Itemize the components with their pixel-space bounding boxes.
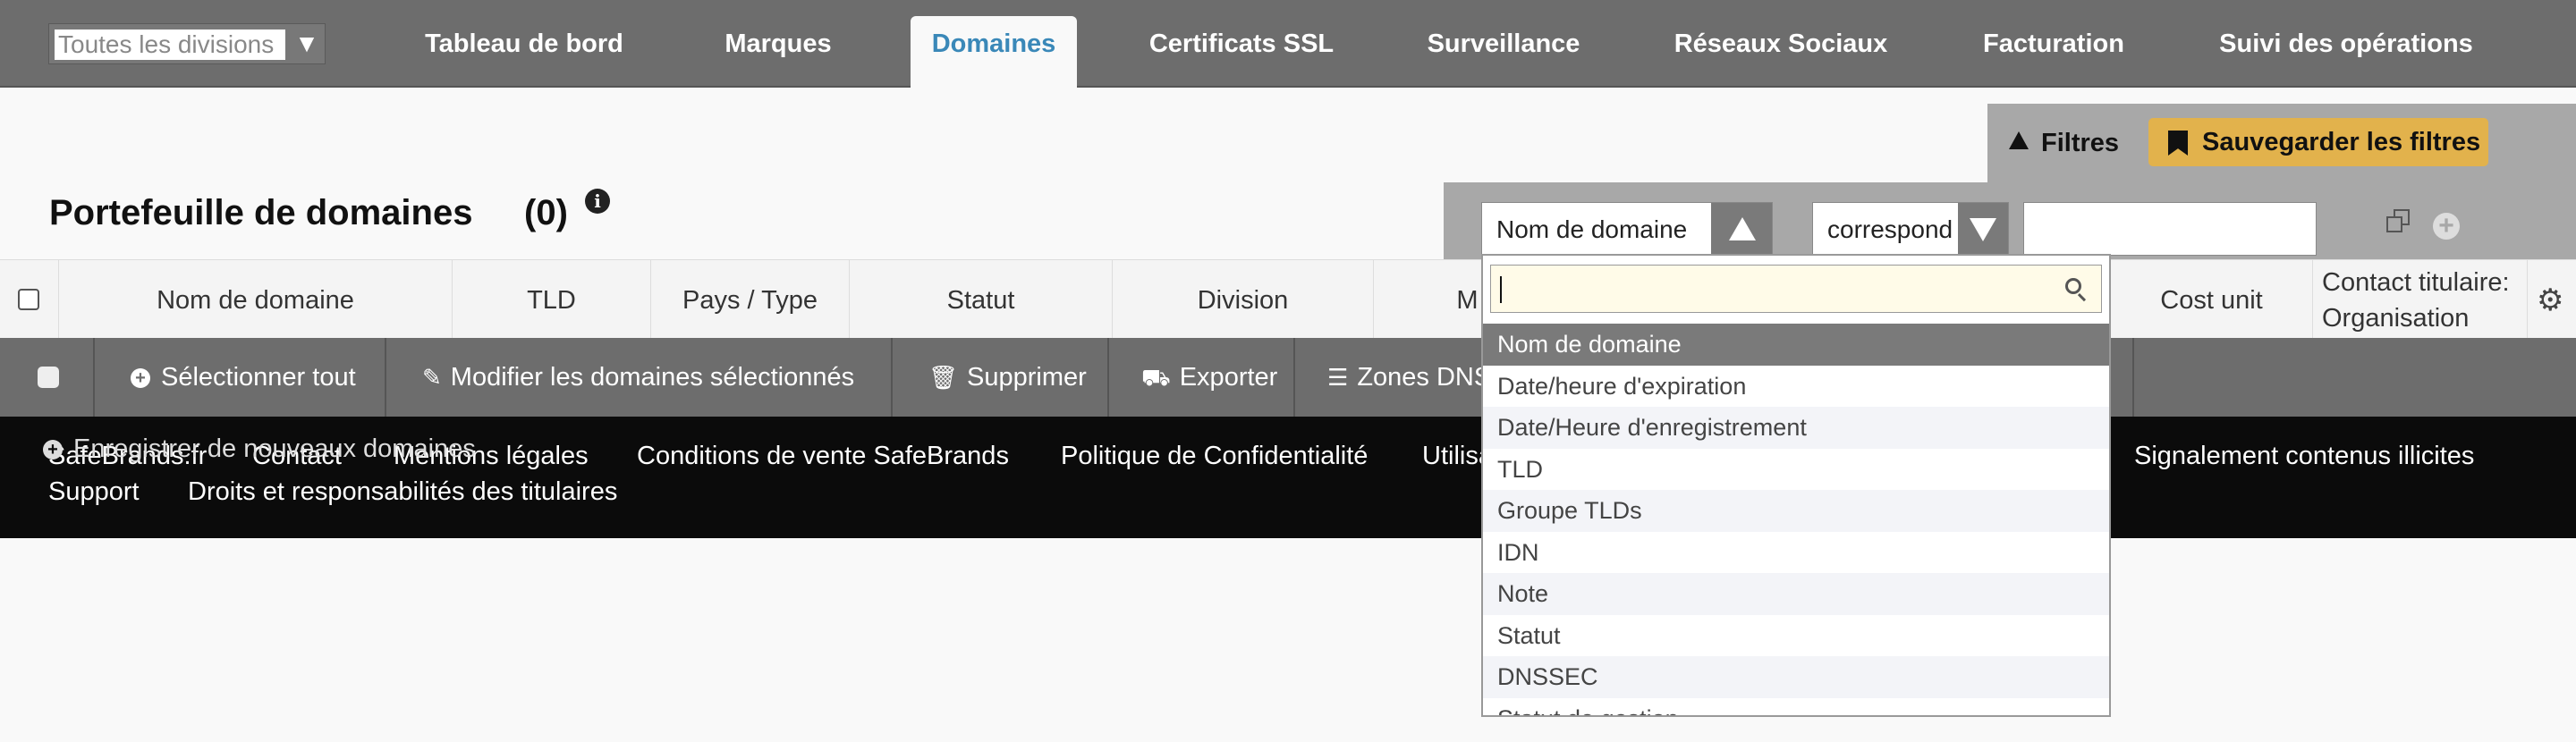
add-filter-icon[interactable]: +: [2433, 213, 2460, 240]
footer-link-support[interactable]: Support: [48, 477, 140, 507]
tab-tableau-de-bord[interactable]: Tableau de bord: [406, 16, 642, 89]
delete-button[interactable]: 🗑 Supprimer: [893, 338, 1109, 417]
select-all-label: Sélectionner tout: [161, 363, 356, 392]
filter-field-value: Nom de domaine: [1496, 215, 1688, 243]
export-button[interactable]: ⛟ Exporter: [1109, 338, 1295, 417]
tab-certificats-ssl[interactable]: Certificats SSL: [1132, 16, 1351, 89]
info-icon[interactable]: i: [585, 189, 610, 214]
top-navigation: Toutes les divisions ▼ Tableau de bord M…: [0, 0, 2576, 89]
bookmark-icon: [2168, 131, 2188, 156]
footer-link-holder-rights[interactable]: Droits et responsabilités des titulaires: [188, 477, 617, 507]
column-header-tld[interactable]: TLD: [453, 260, 651, 341]
trash-icon: 🗑: [928, 364, 959, 391]
footer-link-privacy[interactable]: Politique de Confidentialité: [1061, 442, 1368, 471]
column-header-country-type[interactable]: Pays / Type: [651, 260, 850, 341]
dropdown-option[interactable]: Note: [1483, 573, 2109, 615]
dns-zones-label: Zones DNS: [1357, 363, 1483, 392]
dropdown-option[interactable]: Nom de domaine: [1483, 324, 2109, 366]
gear-icon[interactable]: ⚙: [2537, 285, 2563, 316]
triangle-up-icon: [1729, 217, 1756, 240]
pencil-icon: ✎: [422, 364, 442, 391]
filters-panel-header: Filtres Sauvegarder les filtres: [1987, 104, 2576, 190]
chevron-down-icon: ▼: [294, 30, 319, 57]
bulk-action-bar: + Sélectionner tout ✎ Modifier les domaine…: [0, 338, 2576, 417]
filter-field-dropdown: Nom de domaine Date/heure d'expiration D…: [1481, 254, 2111, 717]
footer-link-terms[interactable]: Conditions de vente SafeBrands: [637, 442, 1009, 471]
dropdown-option[interactable]: TLD: [1483, 449, 2109, 491]
plus-circle-icon: +: [131, 368, 150, 388]
tab-facturation[interactable]: Facturation: [1962, 16, 2145, 89]
triangle-up-icon: [2009, 131, 2029, 149]
division-select-value: Toutes les divisions: [55, 30, 285, 60]
search-icon: [2065, 278, 2087, 302]
filter-operator-select[interactable]: correspond à: [1812, 202, 2009, 256]
table-header: Nom de domaine TLD Pays / Type Statut Di…: [0, 259, 2576, 341]
triangle-down-icon: [1970, 218, 1996, 241]
select-all-checkbox[interactable]: [18, 289, 39, 310]
dropdown-option[interactable]: Statut de gestion: [1483, 698, 2109, 716]
select-all-column: [0, 260, 59, 341]
filter-value-input[interactable]: [2023, 202, 2317, 256]
save-filters-label: Sauvegarder les filtres: [2202, 128, 2481, 156]
dropdown-option[interactable]: IDN: [1483, 532, 2109, 574]
column-header-holder-organisation[interactable]: Contact titulaire: Organisation: [2313, 260, 2528, 341]
filter-operator-value: correspond à: [1827, 215, 1953, 243]
export-label: Exporter: [1179, 363, 1278, 392]
field-select-toggle[interactable]: [1711, 203, 1772, 255]
dropdown-option[interactable]: Date/Heure d'enregistrement: [1483, 407, 2109, 449]
register-new-domains-label: Enregistrer de nouveaux domaines: [73, 434, 476, 463]
dropdown-option[interactable]: Statut: [1483, 615, 2109, 657]
column-header-status[interactable]: Statut: [850, 260, 1113, 341]
text-caret: [1500, 276, 1502, 303]
dropdown-option[interactable]: DNSSEC: [1483, 656, 2109, 698]
dropdown-options: Nom de domaine Date/heure d'expiration D…: [1483, 324, 2109, 716]
save-filters-button[interactable]: Sauvegarder les filtres: [2148, 118, 2488, 166]
division-select[interactable]: Toutes les divisions ▼: [48, 23, 326, 64]
page-title: Portefeuille de domaines: [49, 193, 473, 232]
column-header-cost-unit[interactable]: Cost unit: [2111, 260, 2313, 341]
tab-reseaux-sociaux[interactable]: Réseaux Sociaux: [1657, 16, 1905, 89]
action-divider: [2113, 338, 2134, 417]
domain-count: (0): [524, 193, 568, 232]
dropdown-option[interactable]: Date/heure d'expiration: [1483, 366, 2109, 408]
dns-zones-button[interactable]: ☰ Zones DNS: [1295, 338, 1483, 417]
tab-suivi-des-operations[interactable]: Suivi des opérations: [2204, 16, 2488, 89]
filters-toggle-label: Filtres: [2041, 129, 2120, 157]
edit-selected-button[interactable]: ✎ Modifier les domaines sélectionnés: [386, 338, 893, 417]
list-icon: ☰: [1327, 364, 1349, 391]
action-checkbox[interactable]: [38, 367, 59, 388]
edit-selected-label: Modifier les domaines sélectionnés: [450, 363, 855, 392]
dropdown-search-field[interactable]: [1490, 265, 2102, 313]
filters-toggle[interactable]: Filtres: [2009, 129, 2119, 158]
footer-link-illicit-content[interactable]: Signalement contenus illicites: [2134, 442, 2474, 471]
tab-domaines[interactable]: Domaines: [911, 16, 1077, 89]
action-checkbox-cell: [0, 338, 95, 417]
filter-field-select[interactable]: Nom de domaine: [1481, 202, 1773, 256]
register-new-domains-button[interactable]: + Enregistrer de nouveaux domaines: [43, 434, 476, 464]
dropdown-option[interactable]: Groupe TLDs: [1483, 490, 2109, 532]
truck-icon: ⛟: [1141, 364, 1171, 391]
operator-select-toggle[interactable]: [1958, 203, 2008, 255]
tab-marques[interactable]: Marques: [699, 16, 857, 89]
plus-circle-icon: +: [43, 440, 63, 460]
column-header-domain-name[interactable]: Nom de domaine: [59, 260, 453, 341]
duplicate-filter-icon[interactable]: [2386, 209, 2410, 232]
filter-row: Nom de domaine correspond à +: [1444, 182, 2576, 261]
column-header-division[interactable]: Division: [1113, 260, 1374, 341]
select-all-button[interactable]: + Sélectionner tout: [95, 338, 386, 417]
tab-surveillance[interactable]: Surveillance: [1404, 16, 1603, 89]
delete-label: Supprimer: [967, 363, 1087, 392]
footer: SafeBrands.fr Contact Mentions légales C…: [0, 417, 2576, 538]
